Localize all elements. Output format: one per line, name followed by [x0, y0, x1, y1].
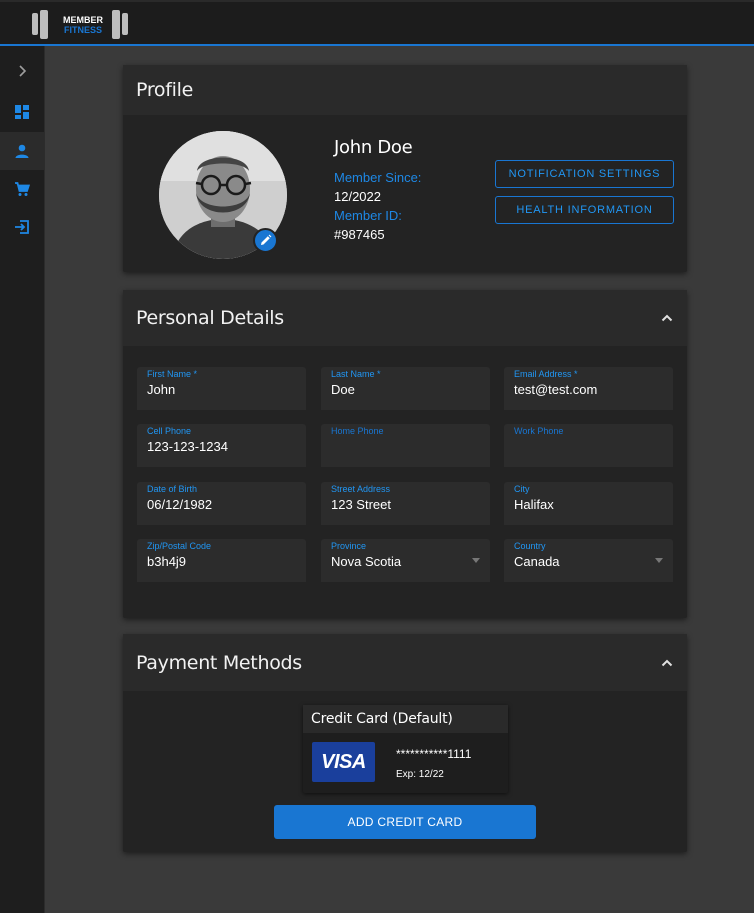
- country-label: Country: [514, 541, 546, 551]
- payment-methods-card: Payment Methods Credit Card (Default) VI…: [123, 634, 687, 852]
- city-label: City: [514, 484, 530, 494]
- date-of-birth-value: 06/12/1982: [147, 497, 213, 512]
- sidebar-item-profile[interactable]: [0, 132, 44, 170]
- member-since-label: Member Since:: [334, 170, 422, 185]
- sidebar-item-dashboard[interactable]: [0, 93, 44, 131]
- payment-methods-header[interactable]: Payment Methods: [123, 634, 687, 691]
- person-icon: [15, 144, 29, 158]
- logout-icon: [15, 220, 29, 234]
- member-fitness-logo[interactable]: MEMBER FITNESS: [30, 10, 140, 40]
- street-address-field[interactable]: Street Address 123 Street: [321, 482, 490, 525]
- dumbbell-plate-icon: [112, 10, 120, 39]
- health-information-button[interactable]: HEALTH INFORMATION: [495, 196, 674, 224]
- profile-card: Profile John Doe Member Since: 12/2022 M…: [123, 65, 687, 272]
- chevron-up-icon[interactable]: [660, 656, 674, 670]
- chevron-right-icon: [19, 65, 27, 77]
- email-value: test@test.com: [514, 382, 598, 397]
- personal-details-title: Personal Details: [136, 307, 284, 329]
- visa-logo: VISA: [312, 742, 375, 782]
- dumbbell-plate-icon: [40, 10, 48, 39]
- last-name-label: Last Name *: [331, 369, 381, 379]
- work-phone-label: Work Phone: [514, 426, 564, 436]
- cell-phone-label: Cell Phone: [147, 426, 192, 436]
- edit-photo-button[interactable]: [253, 228, 278, 253]
- profile-title: Profile: [136, 79, 193, 101]
- first-name-label: First Name *: [147, 369, 198, 379]
- payment-methods-title: Payment Methods: [136, 651, 302, 674]
- street-address-value: 123 Street: [331, 497, 391, 512]
- logo-line-1: MEMBER: [63, 15, 103, 25]
- sidebar-item-shop[interactable]: [0, 170, 44, 208]
- country-value: Canada: [514, 554, 560, 569]
- email-field[interactable]: Email Address * test@test.com: [504, 367, 673, 410]
- dashboard-icon: [15, 105, 29, 119]
- card-number: ***********1111: [396, 747, 472, 761]
- dropdown-arrow-icon: [655, 558, 663, 563]
- postal-code-value: b3h4j9: [147, 554, 187, 569]
- top-bar: MEMBER FITNESS: [0, 0, 754, 46]
- credit-card-title: Credit Card (Default): [303, 705, 508, 733]
- date-of-birth-label: Date of Birth: [147, 484, 198, 494]
- cell-phone-field[interactable]: Cell Phone 123-123-1234: [137, 424, 306, 467]
- sidebar-expand-toggle[interactable]: [0, 52, 44, 90]
- work-phone-field[interactable]: Work Phone: [504, 424, 673, 467]
- province-select[interactable]: Province Nova Scotia: [321, 539, 490, 582]
- member-name: John Doe: [334, 137, 413, 158]
- first-name-field[interactable]: First Name * John: [137, 367, 306, 410]
- street-address-label: Street Address: [331, 484, 391, 494]
- city-value: Halifax: [514, 497, 554, 512]
- personal-details-card: Personal Details First Name * John Last …: [123, 290, 687, 618]
- province-label: Province: [331, 541, 367, 551]
- personal-details-header[interactable]: Personal Details: [123, 290, 687, 346]
- city-field[interactable]: City Halifax: [504, 482, 673, 525]
- cell-phone-value: 123-123-1234: [147, 439, 228, 454]
- province-value: Nova Scotia: [331, 554, 402, 569]
- cart-icon: [15, 182, 30, 196]
- date-of-birth-field[interactable]: Date of Birth 06/12/1982: [137, 482, 306, 525]
- dropdown-arrow-icon: [472, 558, 480, 563]
- member-since-value: 12/2022: [334, 189, 381, 204]
- first-name-value: John: [147, 382, 176, 397]
- member-id-label: Member ID:: [334, 208, 402, 223]
- card-expiry: Exp: 12/22: [396, 769, 444, 780]
- dumbbell-plate-icon: [122, 13, 128, 35]
- dumbbell-plate-icon: [32, 13, 38, 35]
- profile-card-header: Profile: [123, 65, 687, 115]
- postal-code-field[interactable]: Zip/Postal Code b3h4j9: [137, 539, 306, 582]
- notification-settings-button[interactable]: NOTIFICATION SETTINGS: [495, 160, 674, 188]
- last-name-value: Doe: [331, 382, 355, 397]
- home-phone-field[interactable]: Home Phone: [321, 424, 490, 467]
- home-phone-label: Home Phone: [331, 426, 384, 436]
- last-name-field[interactable]: Last Name * Doe: [321, 367, 490, 410]
- country-select[interactable]: Country Canada: [504, 539, 673, 582]
- logo-text: MEMBER FITNESS: [61, 15, 105, 35]
- member-id-value: #987465: [334, 227, 385, 242]
- sidebar: [0, 46, 45, 913]
- pencil-icon: [261, 234, 272, 245]
- logo-line-2: FITNESS: [63, 25, 102, 35]
- email-label: Email Address *: [514, 369, 578, 379]
- postal-code-label: Zip/Postal Code: [147, 541, 212, 551]
- credit-card-item[interactable]: Credit Card (Default) VISA ***********11…: [303, 705, 508, 793]
- add-credit-card-button[interactable]: ADD CREDIT CARD: [274, 805, 536, 839]
- sidebar-item-logout[interactable]: [0, 208, 44, 246]
- chevron-up-icon[interactable]: [660, 311, 674, 325]
